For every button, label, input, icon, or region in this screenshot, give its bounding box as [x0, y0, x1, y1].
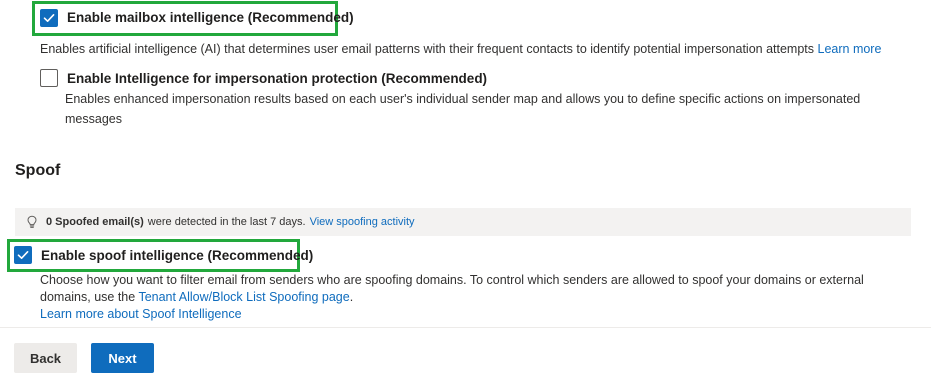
- back-button[interactable]: Back: [14, 343, 77, 373]
- mailbox-intelligence-description-text: Enables artificial intelligence (AI) tha…: [40, 42, 815, 56]
- next-button[interactable]: Next: [91, 343, 154, 373]
- spoof-description-prefix: domains, use the: [40, 290, 136, 304]
- mailbox-intelligence-checkbox[interactable]: [40, 9, 58, 27]
- spoofed-email-text: were detected in the last 7 days.: [147, 216, 306, 228]
- mailbox-intelligence-learn-more-link[interactable]: Learn more: [818, 42, 882, 56]
- spoof-description-suffix: .: [349, 290, 354, 304]
- spoof-intelligence-description: Choose how you want to filter email from…: [40, 272, 864, 323]
- spoof-info-bar: 0 Spoofed email(s) were detected in the …: [15, 208, 911, 236]
- footer-divider: [0, 327, 931, 328]
- spoof-section-title: Spoof: [15, 162, 61, 179]
- spoofed-email-count: 0 Spoofed email(s): [46, 216, 144, 228]
- spoof-intelligence-description-line2: domains, use the Tenant Allow/Block List…: [40, 289, 864, 306]
- mailbox-intelligence-label[interactable]: Enable mailbox intelligence (Recommended…: [67, 10, 354, 25]
- spoof-intelligence-description-line1: Choose how you want to filter email from…: [40, 273, 864, 287]
- impersonation-intelligence-description-line1: Enables enhanced impersonation results b…: [65, 92, 861, 106]
- impersonation-intelligence-checkbox[interactable]: [40, 69, 58, 87]
- mailbox-intelligence-description: Enables artificial intelligence (AI) tha…: [40, 39, 881, 59]
- impersonation-intelligence-label[interactable]: Enable Intelligence for impersonation pr…: [67, 71, 487, 86]
- spoof-intelligence-label[interactable]: Enable spoof intelligence (Recommended): [41, 248, 313, 263]
- spoof-learn-more-link[interactable]: Learn more about Spoof Intelligence: [40, 306, 864, 323]
- lightbulb-icon: [27, 215, 37, 228]
- impersonation-intelligence-description-line2: messages: [65, 112, 122, 126]
- checkmark-icon: [43, 14, 55, 22]
- view-spoofing-activity-link[interactable]: View spoofing activity: [310, 216, 415, 228]
- tenant-allow-block-list-link[interactable]: Tenant Allow/Block List Spoofing page: [138, 290, 349, 304]
- impersonation-intelligence-description: Enables enhanced impersonation results b…: [65, 89, 860, 129]
- spoof-intelligence-checkbox[interactable]: [14, 246, 32, 264]
- checkmark-icon: [17, 251, 29, 259]
